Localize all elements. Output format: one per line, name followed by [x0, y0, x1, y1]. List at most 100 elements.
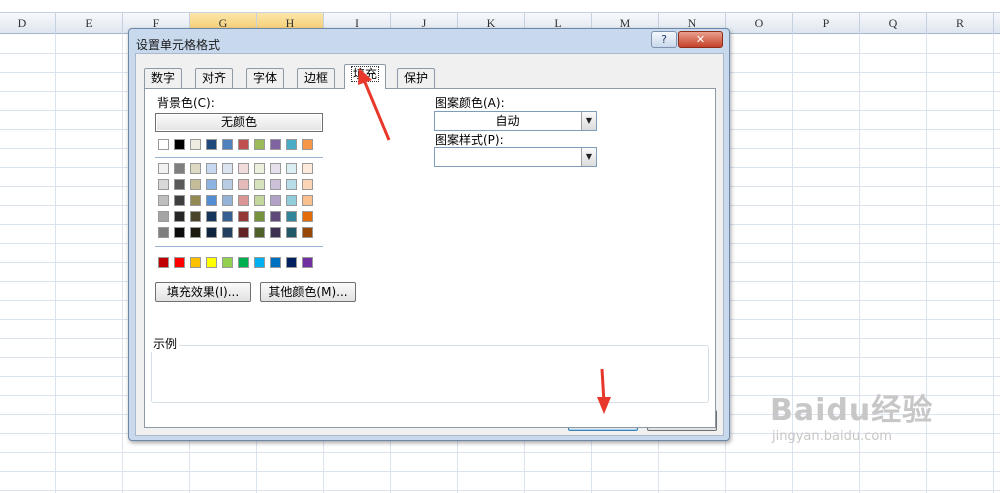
color-swatch[interactable]: [270, 163, 281, 174]
color-swatch[interactable]: [206, 195, 217, 206]
color-swatch[interactable]: [254, 163, 265, 174]
color-swatch[interactable]: [238, 179, 249, 190]
color-swatch[interactable]: [238, 163, 249, 174]
color-swatch[interactable]: [158, 227, 169, 238]
color-swatch[interactable]: [158, 195, 169, 206]
color-swatch[interactable]: [238, 257, 249, 268]
tab-fill[interactable]: 填充: [344, 64, 387, 89]
tab-label: 边框: [304, 71, 329, 85]
pattern-style-select[interactable]: ▼: [434, 147, 597, 167]
color-swatch[interactable]: [302, 227, 313, 238]
color-swatch[interactable]: [286, 257, 297, 268]
color-swatch[interactable]: [254, 257, 265, 268]
color-swatch[interactable]: [302, 211, 313, 222]
color-swatch[interactable]: [270, 139, 281, 150]
color-swatch[interactable]: [222, 227, 233, 238]
no-color-button[interactable]: 无颜色: [155, 113, 323, 132]
color-swatch[interactable]: [238, 195, 249, 206]
color-swatch[interactable]: [286, 195, 297, 206]
color-swatch[interactable]: [174, 211, 185, 222]
color-swatch[interactable]: [302, 139, 313, 150]
grid-line: [0, 490, 1000, 491]
column-header-q[interactable]: Q: [860, 13, 927, 34]
color-swatch[interactable]: [158, 139, 169, 150]
color-swatch[interactable]: [222, 257, 233, 268]
color-swatch[interactable]: [270, 195, 281, 206]
color-swatch[interactable]: [174, 227, 185, 238]
color-swatch[interactable]: [158, 257, 169, 268]
color-swatch[interactable]: [158, 163, 169, 174]
help-button[interactable]: ?: [651, 31, 677, 48]
color-swatch[interactable]: [222, 163, 233, 174]
color-swatch[interactable]: [254, 227, 265, 238]
color-swatch[interactable]: [190, 257, 201, 268]
column-header-e[interactable]: E: [56, 13, 123, 34]
color-swatch[interactable]: [254, 195, 265, 206]
color-swatch[interactable]: [206, 211, 217, 222]
column-header-o[interactable]: O: [726, 13, 793, 34]
color-swatch[interactable]: [254, 179, 265, 190]
color-swatch[interactable]: [302, 163, 313, 174]
color-swatch[interactable]: [270, 227, 281, 238]
color-swatch[interactable]: [222, 139, 233, 150]
color-swatch[interactable]: [174, 163, 185, 174]
color-swatch[interactable]: [286, 179, 297, 190]
color-swatch[interactable]: [222, 211, 233, 222]
theme-shade-row: [158, 227, 313, 238]
color-swatch[interactable]: [206, 257, 217, 268]
color-swatch[interactable]: [302, 195, 313, 206]
tab-font[interactable]: 字体: [246, 68, 285, 88]
color-swatch[interactable]: [254, 139, 265, 150]
color-swatch[interactable]: [206, 179, 217, 190]
color-swatch[interactable]: [174, 179, 185, 190]
close-button[interactable]: ✕: [678, 31, 723, 48]
color-swatch[interactable]: [286, 227, 297, 238]
column-header-p[interactable]: P: [793, 13, 860, 34]
color-swatch[interactable]: [254, 211, 265, 222]
color-swatch[interactable]: [190, 227, 201, 238]
color-swatch[interactable]: [270, 179, 281, 190]
tab-alignment[interactable]: 对齐: [195, 68, 234, 88]
grid-line: [0, 471, 1000, 472]
tab-number[interactable]: 数字: [144, 68, 183, 88]
color-swatch[interactable]: [206, 227, 217, 238]
color-swatch[interactable]: [190, 211, 201, 222]
color-swatch[interactable]: [286, 163, 297, 174]
tab-border[interactable]: 边框: [297, 68, 336, 88]
color-swatch[interactable]: [270, 257, 281, 268]
tab-label: 对齐: [202, 71, 227, 85]
color-swatch[interactable]: [286, 211, 297, 222]
color-swatch[interactable]: [158, 179, 169, 190]
dropdown-arrow-icon[interactable]: ▼: [581, 148, 596, 166]
color-swatch[interactable]: [270, 211, 281, 222]
fill-effects-button[interactable]: 填充效果(I)...: [155, 282, 251, 302]
color-swatch[interactable]: [174, 139, 185, 150]
color-swatch[interactable]: [190, 139, 201, 150]
pattern-color-select[interactable]: 自动 ▼: [434, 111, 597, 131]
more-colors-button[interactable]: 其他颜色(M)...: [260, 282, 356, 302]
color-swatch[interactable]: [190, 179, 201, 190]
color-swatch[interactable]: [158, 211, 169, 222]
color-swatch[interactable]: [190, 195, 201, 206]
dropdown-arrow-icon[interactable]: ▼: [581, 112, 596, 130]
palette-separator: [155, 246, 323, 247]
color-swatch[interactable]: [190, 163, 201, 174]
color-swatch[interactable]: [206, 163, 217, 174]
theme-shade-row: [158, 195, 313, 206]
tab-protection[interactable]: 保护: [397, 68, 436, 88]
column-header-d[interactable]: D: [0, 13, 56, 34]
color-swatch[interactable]: [286, 139, 297, 150]
color-swatch[interactable]: [238, 211, 249, 222]
color-swatch[interactable]: [302, 179, 313, 190]
column-header-r[interactable]: R: [927, 13, 994, 34]
color-swatch[interactable]: [238, 139, 249, 150]
grid-line: [993, 34, 994, 493]
color-swatch[interactable]: [238, 227, 249, 238]
color-swatch[interactable]: [174, 257, 185, 268]
color-swatch[interactable]: [222, 179, 233, 190]
color-swatch[interactable]: [174, 195, 185, 206]
color-swatch[interactable]: [302, 257, 313, 268]
color-swatch[interactable]: [222, 195, 233, 206]
tab-label: 字体: [253, 71, 278, 85]
color-swatch[interactable]: [206, 139, 217, 150]
